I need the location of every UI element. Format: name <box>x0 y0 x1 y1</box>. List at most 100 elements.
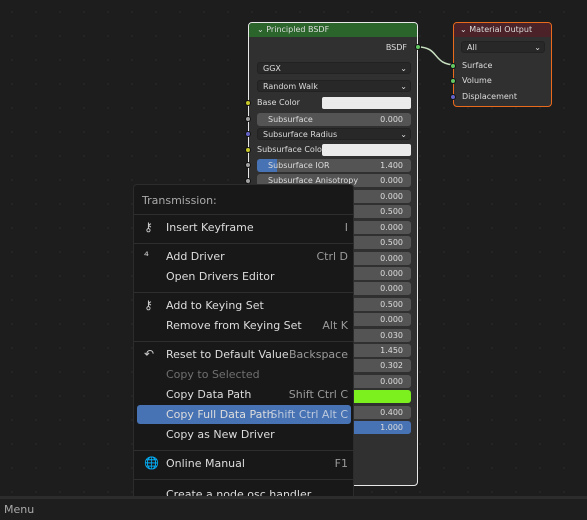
menu-item-label: Copy as New Driver <box>166 428 275 441</box>
field-value: 0.000 <box>380 284 403 294</box>
subsurface-field[interactable]: Subsurface 0.000 <box>257 113 411 126</box>
subsurface-socket[interactable] <box>245 116 251 122</box>
menu-item-shortcut: Backspace <box>289 348 348 361</box>
distribution-dropdown[interactable]: GGX ⌄ <box>257 62 411 74</box>
field-value: 1.450 <box>380 346 403 355</box>
displacement-label: Displacement <box>462 92 517 101</box>
bsdf-output-label: BSDF <box>385 43 407 52</box>
menu-item-copy-to-selected[interactable]: Copy to Selected <box>137 365 351 384</box>
menu-item-label: Online Manual <box>166 457 245 470</box>
node-header[interactable]: ⌄ Principled BSDF <box>249 23 417 37</box>
subsurface-color-label: Subsurface Color <box>257 145 326 154</box>
undo-icon: ↶ <box>144 347 155 361</box>
menu-item-label: Open Drivers Editor <box>166 270 275 283</box>
menu-item-shortcut: Alt K <box>322 319 348 332</box>
keyframe-icon: ⚷ <box>144 220 153 234</box>
menu-item-copy-full-data-path[interactable]: Copy Full Data Path Shift Ctrl Alt C <box>137 405 351 424</box>
menu-item-shortcut: I <box>344 221 348 234</box>
node-title: Material Output <box>469 25 533 34</box>
separator <box>134 214 353 215</box>
menu-item-copy-data-path[interactable]: Copy Data Path Shift Ctrl C <box>137 385 351 404</box>
field-value: 0.500 <box>380 299 403 309</box>
field-value: 0.000 <box>380 192 403 201</box>
base-color-socket[interactable] <box>245 100 251 106</box>
base-color-swatch[interactable] <box>322 97 411 109</box>
menu-item-reset-to-default-value[interactable]: ↶ Reset to Default Value Backspace <box>137 345 351 364</box>
field-value: 0.000 <box>380 222 403 232</box>
menu-item-remove-from-keying-set[interactable]: Remove from Keying Set Alt K <box>137 316 351 335</box>
keying-set-icon: ⚷ <box>144 298 153 312</box>
field-value: 0.000 <box>380 115 403 124</box>
menu-item-shortcut: Ctrl D <box>316 250 348 263</box>
subsurface-color-socket[interactable] <box>245 147 251 153</box>
menu-item-label: Insert Keyframe <box>166 221 254 234</box>
field-value: 0.500 <box>380 238 403 248</box>
separator <box>134 479 353 480</box>
menu-item-label: Add Driver <box>166 250 225 263</box>
menu-item-copy-as-new-driver[interactable]: Copy as New Driver <box>137 425 351 444</box>
menu-item-add-to-keying-set[interactable]: ⚷ Add to Keying Set <box>137 296 351 315</box>
subsurface-ior-socket[interactable] <box>245 162 251 168</box>
field-label: Subsurface <box>268 115 313 124</box>
menu-item-shortcut: F1 <box>334 457 348 470</box>
menu-item-open-drivers-editor[interactable]: Open Drivers Editor <box>137 267 351 286</box>
displacement-socket[interactable] <box>450 94 456 100</box>
menu-item-label: Copy to Selected <box>166 368 260 381</box>
volume-socket[interactable] <box>450 78 456 84</box>
menu-item-online-manual[interactable]: 🌐 Online Manual F1 <box>137 454 351 473</box>
context-menu: Transmission: ⚷ Insert Keyframe I ⁴ Add Driv… <box>133 184 354 510</box>
field-value: 0.500 <box>380 207 403 217</box>
node-title: Principled BSDF <box>266 25 330 34</box>
surface-socket[interactable] <box>450 63 456 69</box>
field-value: 1.000 <box>380 423 403 432</box>
subsurface-ior-field[interactable]: Subsurface IOR 1.400 <box>257 159 411 172</box>
chevron-down-icon: ⌄ <box>400 64 407 73</box>
collapse-chevron-icon[interactable]: ⌄ <box>257 25 266 34</box>
field-value: 1.400 <box>380 161 403 170</box>
dropdown-value: Subsurface Radius <box>263 130 338 139</box>
menu-item-shortcut: Shift Ctrl C <box>288 388 348 401</box>
base-color-label: Base Color <box>257 98 300 107</box>
menu-item-label: Reset to Default Value <box>166 348 289 361</box>
status-text: Menu <box>4 503 35 516</box>
separator <box>134 341 353 342</box>
chevron-down-icon: ⌄ <box>534 43 541 52</box>
status-bar: Menu <box>0 496 587 520</box>
menu-item-label: Copy Full Data Path <box>166 408 274 421</box>
separator <box>134 450 353 451</box>
menu-item-add-driver[interactable]: ⁴ Add Driver Ctrl D <box>137 247 351 266</box>
menu-item-label: Remove from Keying Set <box>166 319 302 332</box>
driver-icon: ⁴ <box>144 249 149 263</box>
dropdown-value: Random Walk <box>263 82 318 91</box>
target-dropdown[interactable]: All ⌄ <box>461 41 545 53</box>
dropdown-value: All <box>467 43 477 52</box>
field-label: Subsurface IOR <box>268 161 330 170</box>
subsurface-method-dropdown[interactable]: Random Walk ⌄ <box>257 80 411 92</box>
surface-label: Surface <box>462 61 493 70</box>
material-output-node[interactable]: ⌄ Material Output All ⌄ Surface Volume Di… <box>450 22 552 107</box>
chevron-down-icon: ⌄ <box>400 130 407 139</box>
globe-icon: 🌐 <box>144 456 159 470</box>
chevron-down-icon: ⌄ <box>400 82 407 91</box>
subsurface-radius-socket[interactable] <box>245 131 251 137</box>
bsdf-output-socket[interactable] <box>415 44 421 50</box>
field-value: 0.000 <box>380 176 403 185</box>
node-header[interactable]: ⌄ Material Output <box>454 23 551 37</box>
field-value: 0.000 <box>380 315 403 325</box>
field-value: 0.000 <box>380 253 403 263</box>
subsurface-radius-dropdown[interactable]: Subsurface Radius ⌄ <box>257 128 411 140</box>
separator <box>134 292 353 293</box>
menu-item-label: Copy Data Path <box>166 388 252 401</box>
field-value: 0.030 <box>380 330 403 340</box>
field-value: 0.000 <box>380 376 403 386</box>
field-value: 0.302 <box>380 361 403 371</box>
menu-item-label: Add to Keying Set <box>166 299 264 312</box>
dropdown-value: GGX <box>263 64 281 73</box>
collapse-chevron-icon[interactable]: ⌄ <box>460 25 469 34</box>
menu-item-insert-keyframe[interactable]: ⚷ Insert Keyframe I <box>137 218 351 237</box>
menu-title: Transmission: <box>142 194 217 207</box>
field-value: 0.000 <box>380 269 403 278</box>
menu-item-shortcut: Shift Ctrl Alt C <box>270 408 348 421</box>
subsurface-color-swatch[interactable] <box>322 144 411 156</box>
volume-label: Volume <box>462 76 492 85</box>
